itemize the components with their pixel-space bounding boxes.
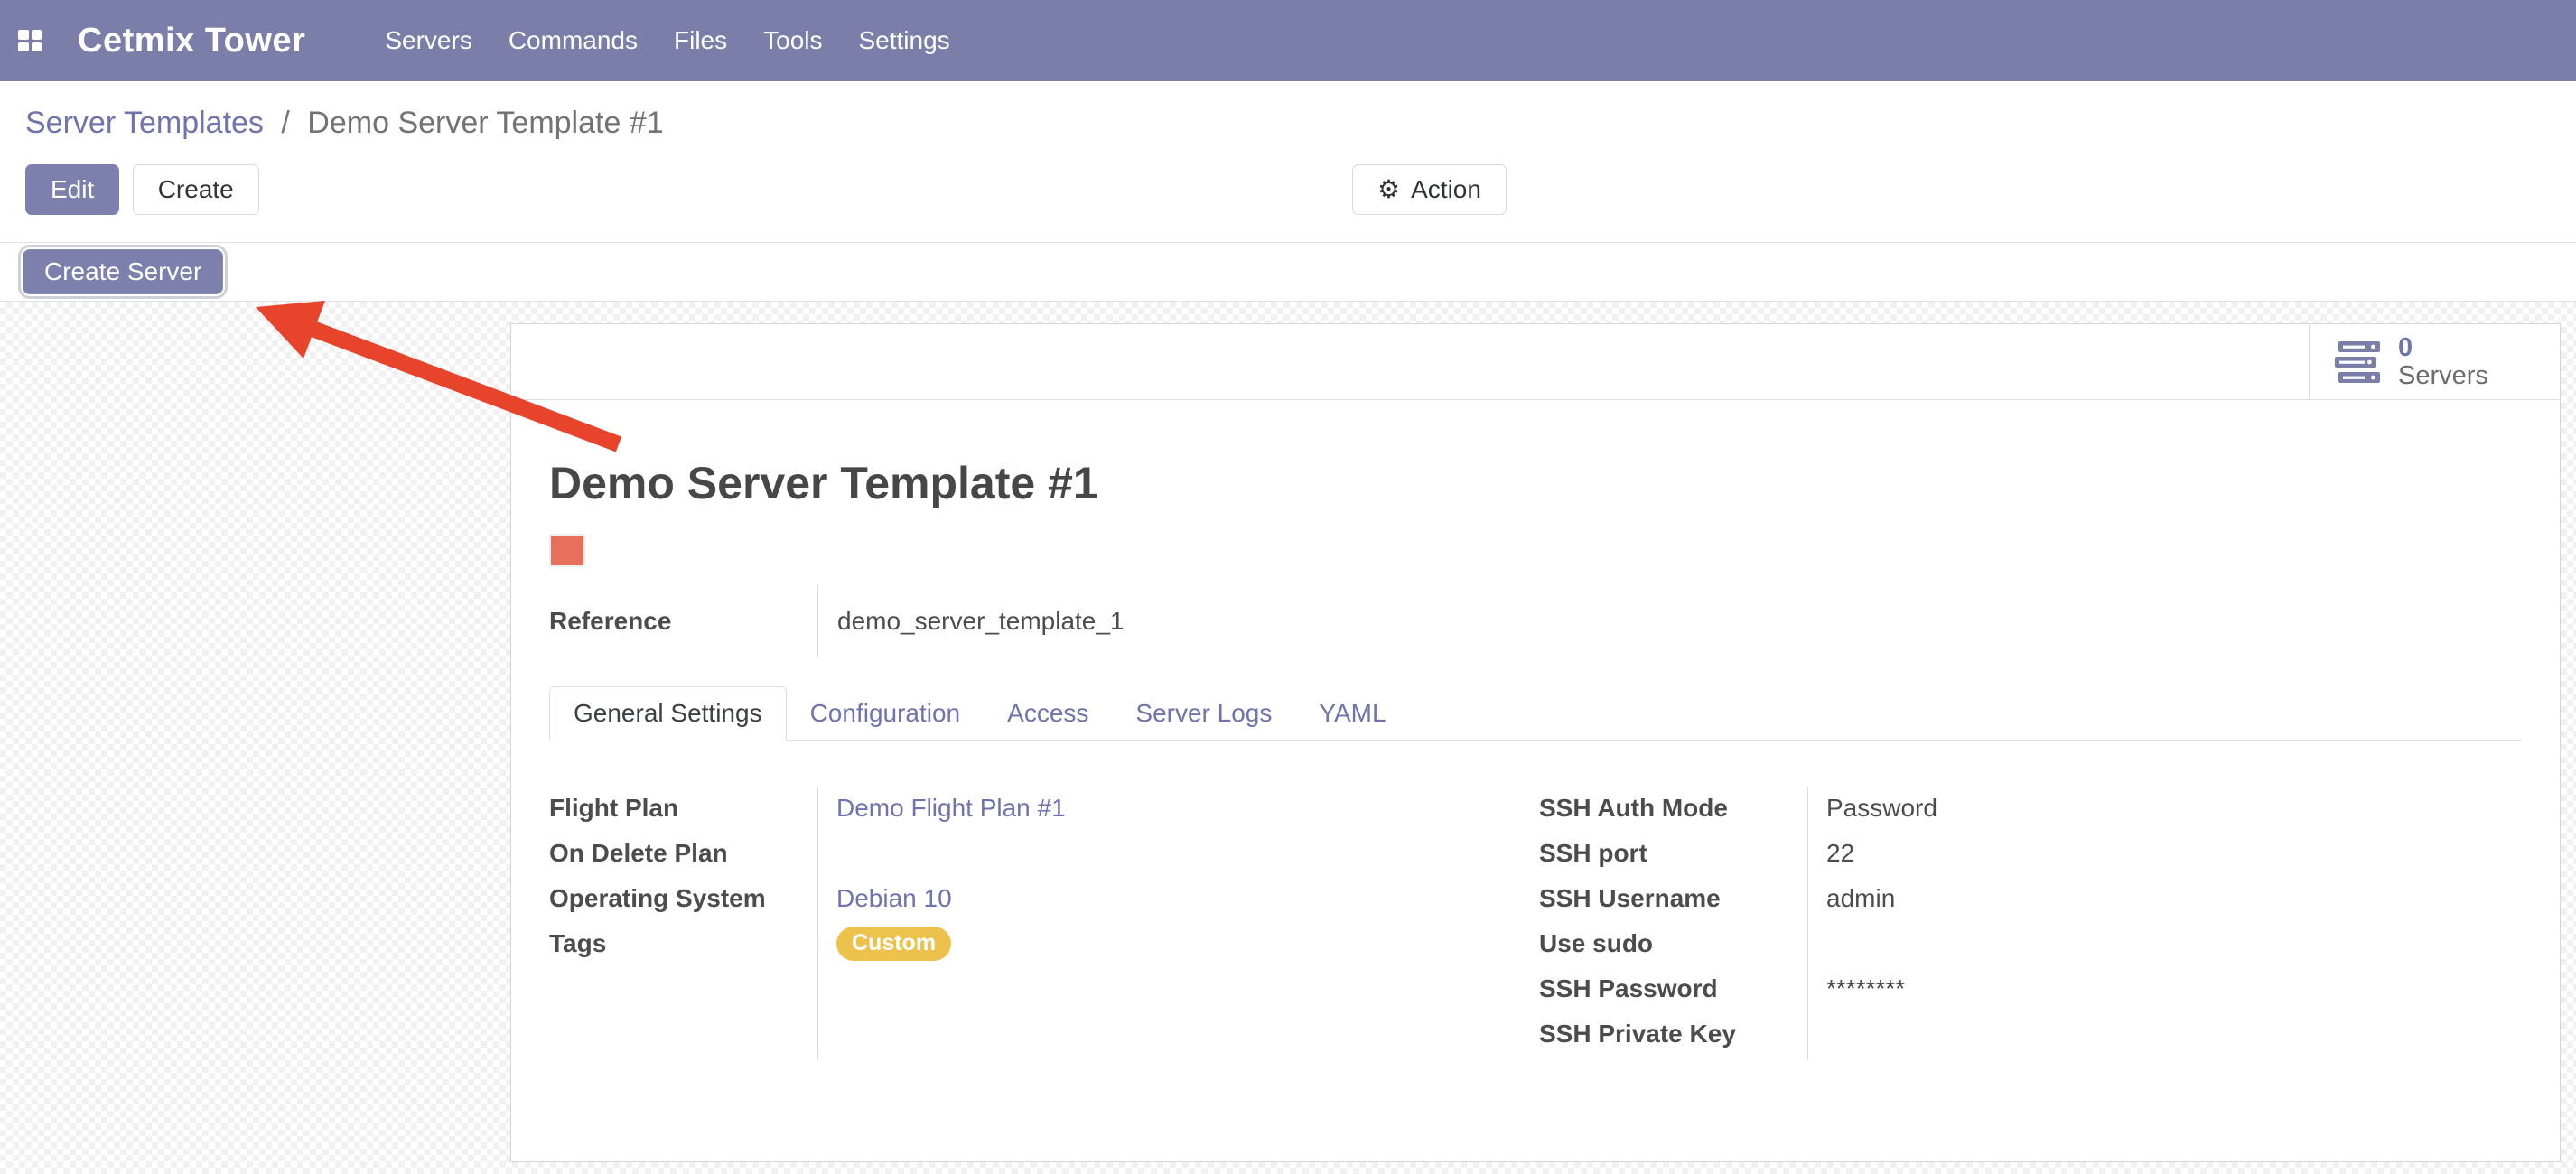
field-label-use-sudo: Use sudo xyxy=(1539,929,1807,958)
left-field-group: Flight Plan Demo Flight Plan #1 On Delet… xyxy=(549,791,1539,1062)
server-stack-icon xyxy=(2335,341,2384,383)
toolbar-strip: Create Server xyxy=(0,242,2576,302)
servers-label: Servers xyxy=(2398,362,2488,389)
field-row-ssh-port: SSH port 22 xyxy=(1539,836,2522,871)
form-sheet: Demo Server Template #1 Reference demo_s… xyxy=(511,458,2560,1062)
tag-badge-custom: Custom xyxy=(836,927,951,961)
field-label-ssh-password: SSH Password xyxy=(1539,974,1807,1003)
nav-menu: Servers Commands Files Tools Settings xyxy=(385,26,949,55)
tab-configuration[interactable]: Configuration xyxy=(787,687,985,740)
create-server-button[interactable]: Create Server xyxy=(23,249,223,294)
field-label-ssh-username: SSH Username xyxy=(1539,884,1807,913)
field-label-ssh-auth-mode: SSH Auth Mode xyxy=(1539,794,1807,823)
stat-text: 0 Servers xyxy=(2398,334,2488,389)
action-button-label: Action xyxy=(1411,175,1481,204)
breadcrumb: Server Templates / Demo Server Template … xyxy=(25,105,2576,141)
field-row-ssh-username: SSH Username admin xyxy=(1539,881,2522,916)
top-navbar: Cetmix Tower Servers Commands Files Tool… xyxy=(0,0,2576,81)
field-value-ssh-username: admin xyxy=(1826,884,1895,913)
field-row-ssh-password: SSH Password ******** xyxy=(1539,972,2522,1006)
field-label-on-delete-plan: On Delete Plan xyxy=(549,839,817,868)
breadcrumb-current: Demo Server Template #1 xyxy=(307,106,663,140)
field-label-ssh-private-key: SSH Private Key xyxy=(1539,1020,1807,1048)
field-groups: Flight Plan Demo Flight Plan #1 On Delet… xyxy=(549,791,2522,1062)
main-area: 0 Servers Demo Server Template #1 Refere… xyxy=(0,302,2576,1174)
servers-count: 0 xyxy=(2398,334,2413,361)
card-header: 0 Servers xyxy=(511,324,2560,400)
apps-menu-icon[interactable] xyxy=(18,30,42,51)
tab-access[interactable]: Access xyxy=(984,687,1112,740)
field-value-ssh-port: 22 xyxy=(1826,839,1854,868)
field-label-flight-plan: Flight Plan xyxy=(549,794,817,823)
field-row-flight-plan: Flight Plan Demo Flight Plan #1 xyxy=(549,791,1539,825)
action-button[interactable]: ⚙ Action xyxy=(1352,164,1507,215)
field-value-ssh-auth-mode: Password xyxy=(1826,794,1937,823)
field-row-use-sudo: Use sudo xyxy=(1539,927,2522,961)
nav-item-servers[interactable]: Servers xyxy=(385,26,471,55)
breadcrumb-separator: / xyxy=(281,106,289,140)
field-row-operating-system: Operating System Debian 10 xyxy=(549,881,1539,916)
nav-item-tools[interactable]: Tools xyxy=(763,26,822,55)
breadcrumb-parent-link[interactable]: Server Templates xyxy=(25,106,264,140)
edit-button[interactable]: Edit xyxy=(25,164,119,215)
record-title: Demo Server Template #1 xyxy=(549,458,2522,508)
field-label-reference: Reference xyxy=(549,607,817,636)
nav-item-commands[interactable]: Commands xyxy=(509,26,638,55)
right-field-group: SSH Auth Mode Password SSH port 22 SSH U… xyxy=(1539,791,2522,1062)
create-button[interactable]: Create xyxy=(133,164,259,215)
field-row-on-delete-plan: On Delete Plan xyxy=(549,836,1539,871)
field-value-operating-system[interactable]: Debian 10 xyxy=(836,884,952,913)
button-row: Edit Create ⚙ Action xyxy=(0,164,2576,215)
field-value-ssh-password: ******** xyxy=(1826,974,1905,1003)
nav-item-settings[interactable]: Settings xyxy=(859,26,950,55)
tab-yaml[interactable]: YAML xyxy=(1295,687,1409,740)
field-label-operating-system: Operating System xyxy=(549,884,817,913)
reference-field-row: Reference demo_server_template_1 xyxy=(549,585,2522,657)
form-card: 0 Servers Demo Server Template #1 Refere… xyxy=(510,323,2561,1162)
field-value-reference: demo_server_template_1 xyxy=(818,607,1125,636)
field-row-ssh-auth-mode: SSH Auth Mode Password xyxy=(1539,791,2522,825)
field-row-tags: Tags Custom xyxy=(549,927,1539,961)
tab-bar: General Settings Configuration Access Se… xyxy=(549,686,2522,741)
nav-item-files[interactable]: Files xyxy=(674,26,727,55)
field-value-flight-plan[interactable]: Demo Flight Plan #1 xyxy=(836,794,1066,823)
brand-title[interactable]: Cetmix Tower xyxy=(78,22,305,61)
field-row-ssh-private-key: SSH Private Key xyxy=(1539,1017,2522,1051)
tab-server-logs[interactable]: Server Logs xyxy=(1112,687,1295,740)
color-tag[interactable] xyxy=(549,534,585,567)
control-panel: Server Templates / Demo Server Template … xyxy=(0,81,2576,215)
tab-general-settings[interactable]: General Settings xyxy=(549,686,787,741)
gear-icon: ⚙ xyxy=(1377,177,1400,202)
field-label-tags: Tags xyxy=(549,929,817,958)
servers-stat-button[interactable]: 0 Servers xyxy=(2309,324,2560,399)
field-label-ssh-port: SSH port xyxy=(1539,839,1807,868)
